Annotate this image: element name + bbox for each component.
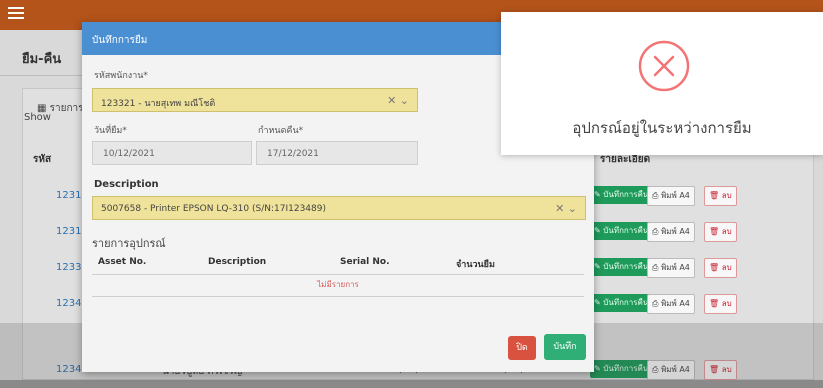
borrow-date-label: วันที่ยืม* bbox=[94, 126, 127, 136]
chevron-down-icon[interactable]: ⌄ bbox=[568, 202, 577, 215]
borrow-date-value: 10/12/2021 bbox=[103, 149, 155, 159]
chevron-down-icon[interactable]: ⌄ bbox=[400, 94, 409, 107]
return-button[interactable]: ✎ บันทึกการคืน bbox=[590, 222, 653, 240]
delete-button[interactable]: 🗑 ลบ bbox=[704, 294, 737, 314]
return-button[interactable]: ✎ บันทึกการคืน bbox=[590, 186, 653, 204]
tab-list-label: รายการ bbox=[49, 103, 84, 114]
employee-label: รหัสพนักงาน* bbox=[94, 71, 148, 81]
menu-icon[interactable] bbox=[8, 7, 24, 19]
close-button[interactable]: ปิด bbox=[508, 336, 536, 360]
page-title: ยืม-คืน bbox=[22, 52, 62, 67]
equipment-table-header: Asset No. Description Serial No. จำนวนยื… bbox=[92, 254, 584, 275]
clear-icon[interactable]: ✕ bbox=[387, 94, 396, 107]
save-button[interactable]: บันทึก bbox=[544, 334, 586, 360]
header-serial-no: Serial No. bbox=[340, 257, 390, 267]
borrow-date-field[interactable]: 10/12/2021 bbox=[92, 141, 252, 165]
description-label: Description bbox=[94, 179, 159, 190]
employee-value: 123321 - นายสุเทพ มณีโชติ bbox=[101, 99, 216, 109]
description-value: 5007658 - Printer EPSON LQ-310 (S/N:17I1… bbox=[101, 204, 326, 214]
header-description: Description bbox=[208, 257, 267, 267]
empty-table-message: ไม่มีรายการ bbox=[92, 274, 584, 297]
column-header-code: รหัส bbox=[33, 154, 52, 165]
error-toast: อุปกรณ์อยู่ในระหว่างการยืม bbox=[501, 12, 823, 155]
print-a4-button[interactable]: ⎙ พิมพ์ A4 bbox=[647, 294, 695, 314]
toast-message: อุปกรณ์อยู่ในระหว่างการยืม bbox=[572, 119, 752, 137]
due-date-value: 17/12/2021 bbox=[267, 149, 319, 159]
print-a4-button[interactable]: ⎙ พิมพ์ A4 bbox=[647, 258, 695, 278]
due-date-field[interactable]: 17/12/2021 bbox=[256, 141, 418, 165]
return-button[interactable]: ✎ บันทึกการคืน bbox=[590, 258, 653, 276]
modal-title: บันทึกการยืม bbox=[92, 35, 148, 46]
print-a4-button[interactable]: ⎙ พิมพ์ A4 bbox=[647, 222, 695, 242]
delete-button[interactable]: 🗑 ลบ bbox=[704, 258, 737, 278]
show-entries-label: Show bbox=[24, 112, 51, 123]
employee-select[interactable]: 123321 - นายสุเทพ มณีโชติ ✕ ⌄ bbox=[92, 88, 418, 112]
error-circle-x-icon bbox=[638, 40, 690, 92]
header-quantity: จำนวนยืม bbox=[456, 260, 495, 270]
header-asset-no: Asset No. bbox=[98, 257, 147, 267]
delete-button[interactable]: 🗑 ลบ bbox=[704, 222, 737, 242]
return-button[interactable]: ✎ บันทึกการคืน bbox=[590, 294, 653, 312]
equipment-section-title: รายการอุปกรณ์ bbox=[92, 237, 166, 250]
delete-button[interactable]: 🗑 ลบ bbox=[704, 186, 737, 206]
clear-icon[interactable]: ✕ bbox=[555, 202, 564, 215]
print-a4-button[interactable]: ⎙ พิมพ์ A4 bbox=[647, 186, 695, 206]
due-date-label: กำหนดคืน* bbox=[258, 126, 304, 136]
description-select[interactable]: 5007658 - Printer EPSON LQ-310 (S/N:17I1… bbox=[92, 196, 586, 220]
